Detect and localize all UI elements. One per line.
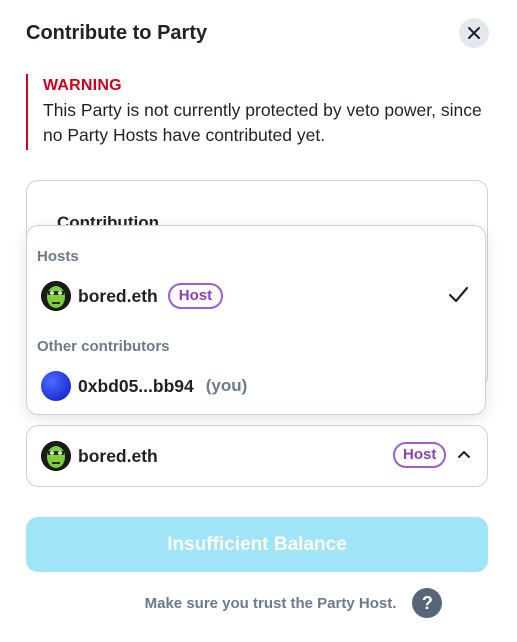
selected-delegate-name: bored.eth: [78, 445, 158, 466]
hosts-group-label: Hosts: [37, 248, 79, 265]
option-name: bored.eth: [78, 285, 158, 306]
insufficient-balance-button[interactable]: Insufficient Balance: [26, 517, 488, 572]
option-name: 0xbd05...bb94: [78, 375, 194, 396]
host-badge: Host: [393, 442, 447, 468]
footer: Make sure you trust the Party Host. ?: [0, 588, 517, 618]
delegate-select[interactable]: bored.eth Host: [26, 425, 488, 487]
warning-title: WARNING: [43, 77, 122, 94]
bored-ape-avatar: [41, 281, 71, 311]
warning-text: This Party is not currently protected by…: [43, 100, 482, 145]
help-icon[interactable]: ?: [412, 588, 443, 618]
trust-host-note: Make sure you trust the Party Host.: [144, 594, 397, 612]
checkmark-icon: [448, 286, 469, 303]
bored-ape-avatar-icon: [41, 281, 71, 311]
dropdown-option-contributor[interactable]: 0xbd05...bb94 (you): [27, 366, 485, 406]
close-icon: [468, 27, 480, 39]
modal-title: Contribute to Party: [26, 22, 208, 44]
dropdown-option-host[interactable]: bored.eth Host: [27, 276, 485, 316]
you-label: (you): [205, 376, 248, 395]
delegate-dropdown-menu: Hosts bored.eth Host Other contributors: [26, 225, 486, 415]
contribute-modal: Contribute to Party WARNING This Party i…: [0, 0, 517, 642]
chevron-up-icon: [458, 451, 470, 458]
bored-ape-avatar: [41, 441, 71, 471]
host-badge: Host: [167, 283, 224, 309]
warning-callout: WARNING This Party is not currently prot…: [26, 74, 496, 150]
close-button[interactable]: [459, 18, 489, 48]
other-contributors-group-label: Other contributors: [37, 338, 170, 355]
blue-orb-avatar: [41, 371, 71, 401]
bored-ape-avatar-icon: [41, 441, 71, 471]
